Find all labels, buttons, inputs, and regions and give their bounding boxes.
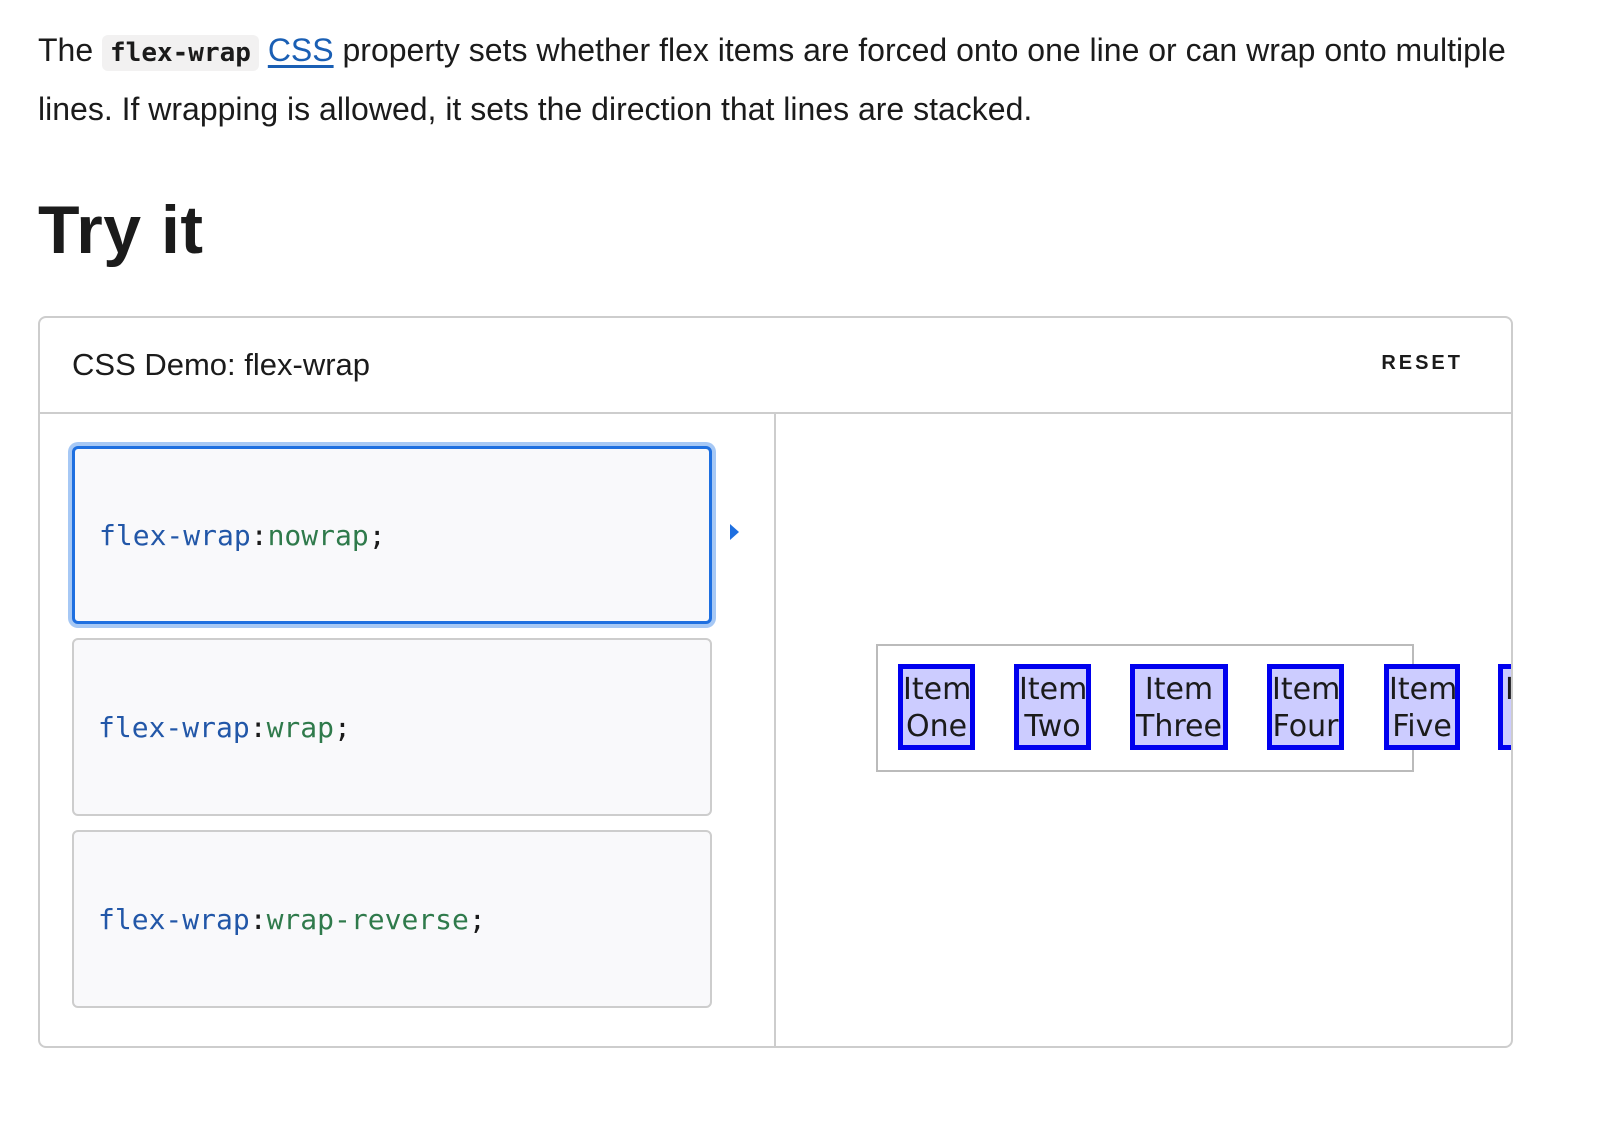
flex-item: Item Five <box>1384 664 1460 750</box>
choice-value: wrap-reverse <box>266 902 469 936</box>
choice-nowrap[interactable]: flex-wrap: nowrap; <box>72 446 712 624</box>
choice-wrap-reverse[interactable]: flex-wrap: wrap-reverse; <box>72 830 712 1008</box>
demo-output: Item One Item Two Item Three Item Four Item F… <box>778 414 1511 1046</box>
choice-value: nowrap <box>267 518 369 552</box>
inline-code-flex-wrap: flex-wrap <box>102 35 259 71</box>
flex-item: Item Two <box>1014 664 1091 750</box>
page: The flex-wrap CSS property sets whether … <box>0 0 1604 1136</box>
choice-property: flex-wrap <box>98 710 250 744</box>
reset-button[interactable]: RESET <box>1381 352 1463 375</box>
flex-item: Item Three <box>1130 664 1228 750</box>
caret-right-icon <box>730 524 739 540</box>
flex-item: Item One <box>898 664 975 750</box>
flex-item: I <box>1498 664 1511 750</box>
flex-item: Item Four <box>1267 664 1344 750</box>
intro-prefix: The <box>38 32 103 68</box>
choice-property: flex-wrap <box>98 902 250 936</box>
css-link[interactable]: CSS <box>268 32 334 68</box>
intro-paragraph: The flex-wrap CSS property sets whether … <box>38 22 1558 137</box>
choice-wrap[interactable]: flex-wrap: wrap; <box>72 638 712 816</box>
intro-rest: property sets whether flex items are for… <box>38 32 1506 127</box>
demo-choices: flex-wrap: nowrap; flex-wrap: wrap; flex… <box>40 414 776 1046</box>
demo-title: CSS Demo: flex-wrap <box>72 347 371 382</box>
choice-value: wrap <box>266 710 335 744</box>
demo-header: CSS Demo: flex-wrap RESET <box>40 318 1511 414</box>
try-it-heading: Try it <box>38 192 204 268</box>
choice-property: flex-wrap <box>99 518 251 552</box>
css-demo-panel: CSS Demo: flex-wrap RESET flex-wrap: now… <box>38 316 1513 1048</box>
